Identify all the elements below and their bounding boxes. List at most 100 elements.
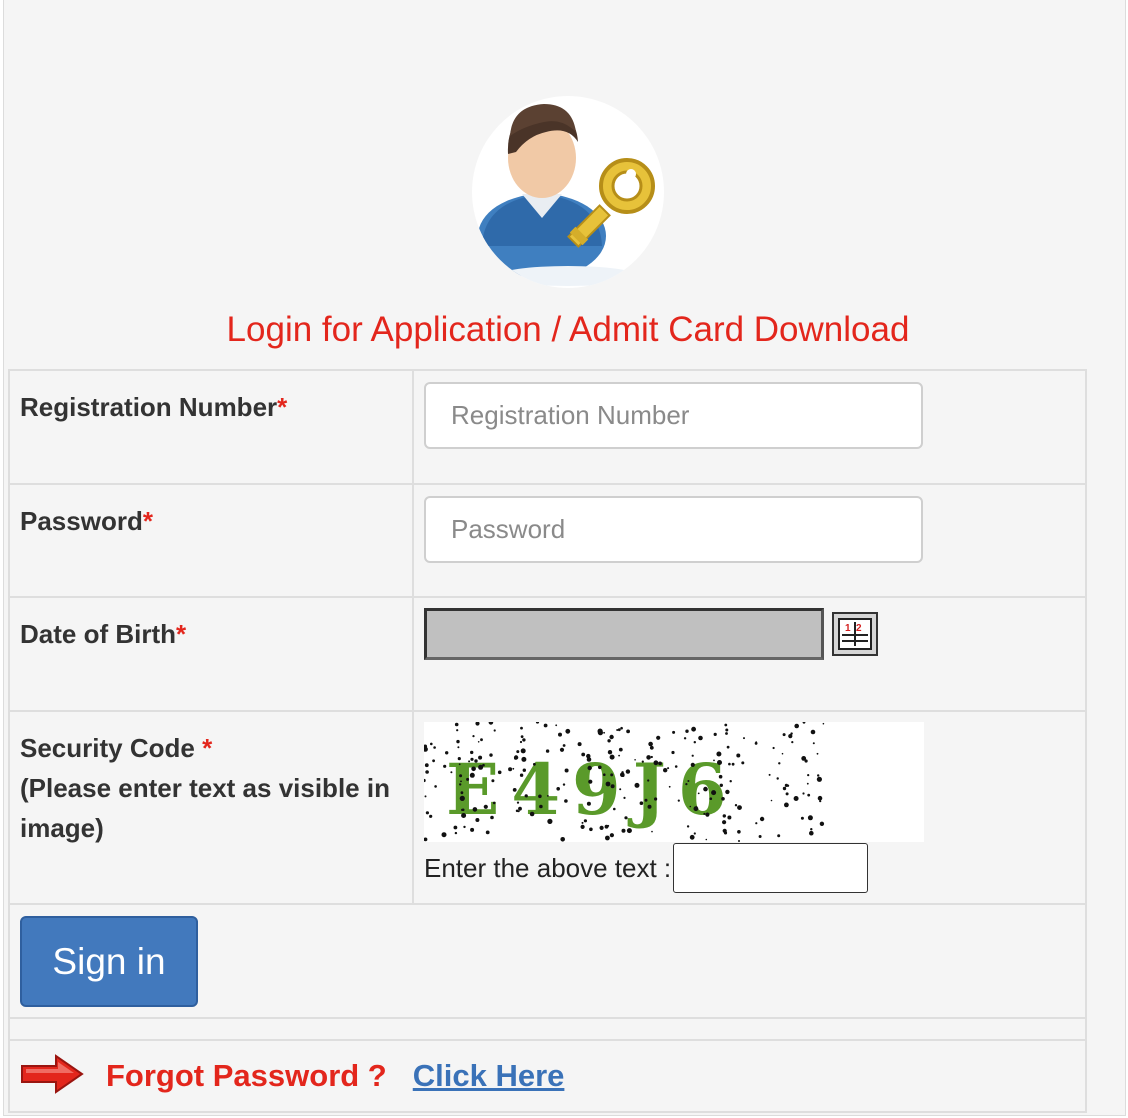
captcha-noise-dot <box>519 773 524 777</box>
sign-in-button[interactable]: Sign in <box>20 916 198 1007</box>
captcha-noise-dot <box>516 750 520 754</box>
captcha-noise-dot <box>781 752 784 755</box>
captcha-noise-dot <box>474 759 478 763</box>
captcha-noise-dot <box>508 767 513 772</box>
captcha-noise-dot <box>634 759 636 761</box>
captcha-noise-dot <box>778 762 781 765</box>
calendar-icon[interactable]: 1 2 <box>832 612 878 656</box>
captcha-input[interactable] <box>673 843 869 893</box>
captcha-noise-dot <box>539 804 543 809</box>
captcha-noise-dot <box>607 739 611 743</box>
captcha-noise-dot <box>734 804 738 807</box>
password-input[interactable] <box>424 496 923 563</box>
password-label: Password* <box>20 506 153 536</box>
captcha-noise-dot <box>713 732 717 736</box>
captcha-noise-dot <box>709 797 713 800</box>
captcha-noise-dot <box>649 745 654 750</box>
registration-number-input[interactable] <box>424 382 923 449</box>
captcha-noise-dot <box>621 828 626 833</box>
captcha-noise-dot <box>621 773 625 777</box>
captcha-noise-dot <box>491 779 495 783</box>
captcha-noise-dot <box>793 796 799 801</box>
captcha-noise-dot <box>724 723 728 727</box>
captcha-noise-dot <box>564 768 569 773</box>
captcha-noise-dot <box>450 771 453 774</box>
captcha-noise-dot <box>577 742 582 747</box>
captcha-noise-dot <box>819 800 822 803</box>
captcha-noise-dot <box>816 752 819 755</box>
captcha-noise-dot <box>703 786 708 792</box>
captcha-noise-dot <box>689 805 692 808</box>
captcha-noise-dot <box>716 751 722 757</box>
captcha-noise-dot <box>564 799 568 803</box>
captcha-noise-dot <box>806 782 809 785</box>
captcha-noise-dot <box>562 783 566 786</box>
captcha-noise-dot <box>754 742 758 745</box>
captcha-noise-dot <box>543 723 548 728</box>
captcha-noise-dot <box>705 812 710 817</box>
dob-input[interactable] <box>424 608 824 660</box>
captcha-noise-dot <box>685 783 688 786</box>
captcha-noise-dot <box>425 811 429 815</box>
captcha-noise-dot <box>691 754 694 757</box>
captcha-noise-dot <box>737 830 741 834</box>
captcha-noise-dot <box>480 738 483 742</box>
captcha-noise-dot <box>470 757 474 761</box>
captcha-noise-dot <box>677 799 680 802</box>
captcha-noise-dot <box>538 794 542 799</box>
captcha-noise-dot <box>441 832 447 838</box>
captcha-noise-dot <box>736 753 741 758</box>
captcha-enter-label: Enter the above text : <box>424 852 672 883</box>
captcha-noise-dot <box>581 752 586 757</box>
captcha-noise-dot <box>613 807 616 811</box>
required-mark: * <box>277 392 288 422</box>
captcha-noise-dot <box>651 830 653 833</box>
captcha-noise-dot <box>545 749 550 753</box>
captcha-noise-dot <box>667 767 670 770</box>
security-label: Security Code * (Please enter text as vis… <box>20 733 390 843</box>
captcha-noise-dot <box>586 757 592 762</box>
captcha-noise-dot <box>648 741 653 747</box>
click-here-link[interactable]: Click Here <box>413 1058 565 1094</box>
captcha-noise-dot <box>457 757 461 761</box>
captcha-noise-dot <box>562 744 566 747</box>
captcha-noise-dot <box>698 735 703 741</box>
captcha-noise-dot <box>459 783 462 786</box>
captcha-noise-dot <box>672 730 676 734</box>
captcha-noise-dot <box>516 801 520 804</box>
captcha-noise-dot <box>644 798 648 802</box>
captcha-noise-dot <box>725 732 728 735</box>
forgot-row: Forgot Password ? Click Here <box>8 1039 1087 1113</box>
captcha-noise-dot <box>719 783 723 787</box>
required-mark: * <box>202 733 213 763</box>
security-row: Security Code * (Please enter text as vis… <box>8 710 1087 905</box>
dob-row: Date of Birth* 1 2 <box>8 596 1087 712</box>
captcha-noise-dot <box>737 805 742 810</box>
captcha-noise-dot <box>816 776 822 782</box>
captcha-noise-dot <box>777 834 781 838</box>
captcha-noise-dot <box>424 746 428 752</box>
page-title: Login for Application / Admit Card Downl… <box>226 310 910 349</box>
captcha-noise-dot <box>687 780 690 782</box>
captcha-noise-dot <box>547 795 549 797</box>
captcha-noise-dot <box>512 788 517 792</box>
captcha-noise-dot <box>597 728 603 734</box>
captcha-noise-dot <box>424 837 428 842</box>
captcha-noise-dot <box>822 722 825 725</box>
captcha-noise-dot <box>458 763 461 766</box>
captcha-noise-dot <box>731 762 735 766</box>
captcha-noise-dot <box>718 774 723 779</box>
captcha-noise-dot <box>512 767 515 770</box>
captcha-noise-dot <box>477 741 480 743</box>
captcha-noise-dot <box>671 750 675 755</box>
captcha-noise-dot <box>535 722 540 724</box>
captcha-noise-dot <box>819 821 825 826</box>
captcha-noise-dot <box>617 728 621 732</box>
captcha-noise-dot <box>729 780 732 783</box>
captcha-noise-dot <box>759 816 765 822</box>
dob-label: Date of Birth* <box>20 619 187 649</box>
captcha-noise-dot <box>424 795 427 798</box>
captcha-noise-dot <box>555 724 558 727</box>
captcha-noise-dot <box>802 722 806 724</box>
captcha-noise-dot <box>445 751 449 755</box>
